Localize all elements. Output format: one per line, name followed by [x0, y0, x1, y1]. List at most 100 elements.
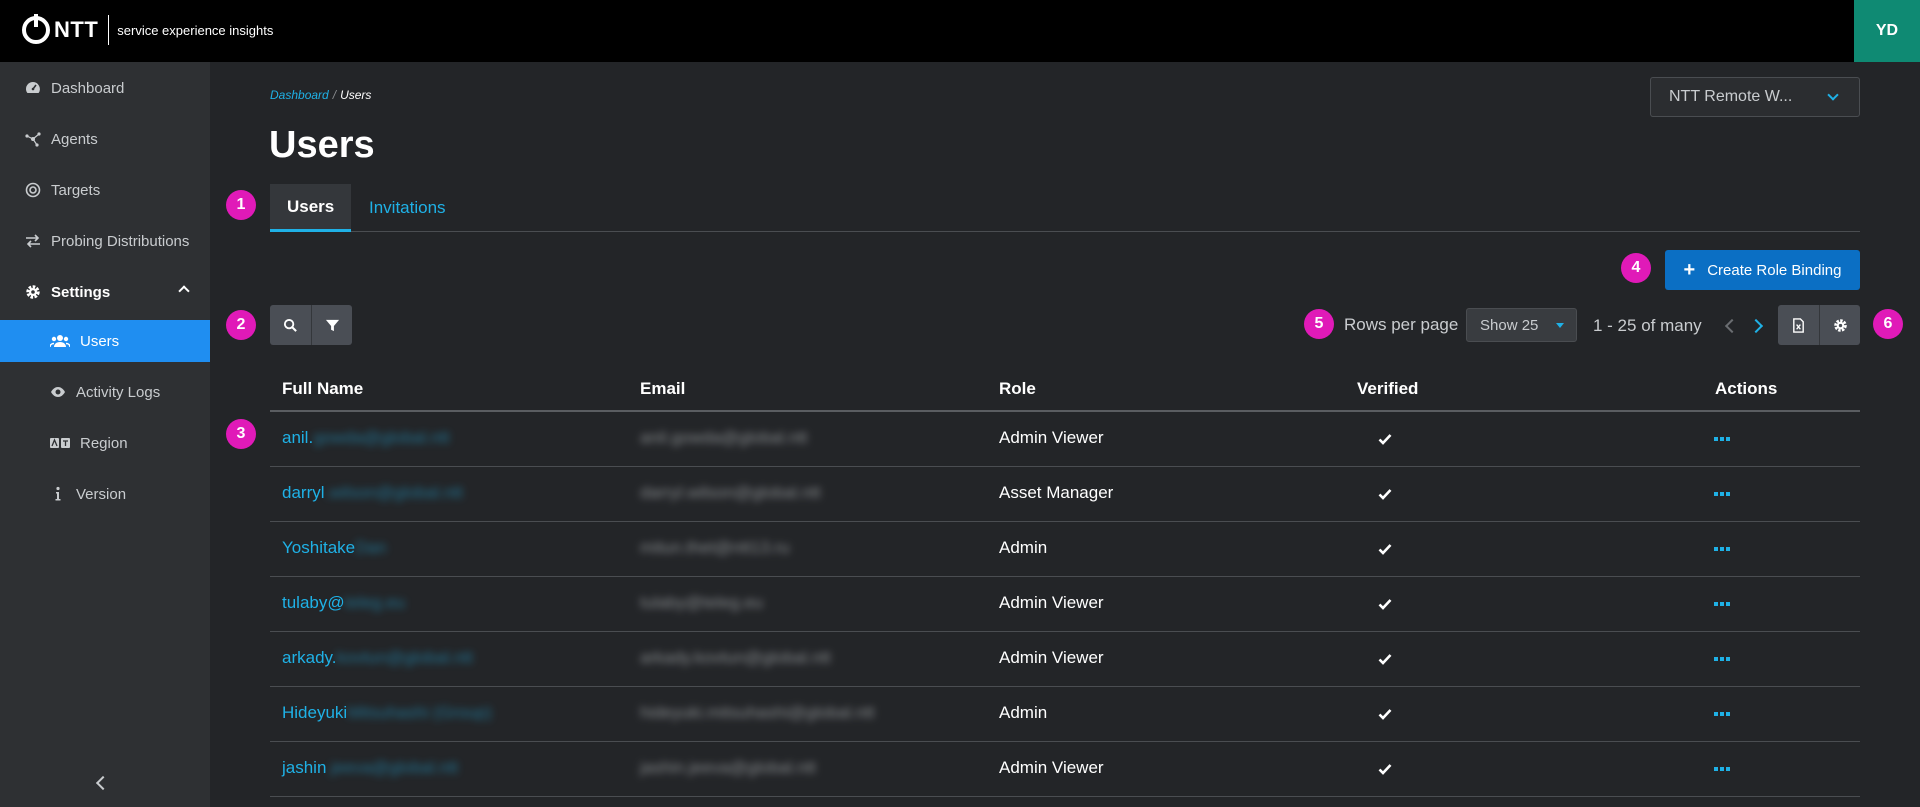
sidebar-item-agents[interactable]: Agents [0, 118, 210, 160]
breadcrumb: Dashboard / Users [270, 88, 371, 102]
users-icon [50, 333, 70, 349]
sidebar-item-targets[interactable]: Targets [0, 169, 210, 211]
rows-per-page-label: Rows per page [1344, 315, 1459, 334]
column-header-verified[interactable]: Verified [1357, 379, 1418, 399]
app-name: service experience insights [117, 22, 274, 38]
top-bar: NTT service experience insights YD [0, 0, 1920, 62]
user-email: jashin.jeeva@global.ntt [640, 758, 817, 777]
chevron-up-icon[interactable] [178, 285, 190, 297]
row-actions-menu-icon[interactable] [1714, 547, 1730, 551]
table-row: anil.gowda@global.ntt anil.gowda@global.… [270, 412, 1860, 467]
user-role: Admin [999, 538, 1048, 557]
user-name-redacted: Mitsuhashi (Group) [347, 703, 492, 722]
sidebar-item-label: Version [76, 485, 127, 503]
sidebar-item-activity-logs[interactable]: Activity Logs [0, 371, 210, 413]
user-role: Admin [999, 703, 1048, 722]
ntt-logo[interactable]: NTT service experience insights [22, 14, 274, 45]
sidebar-item-settings[interactable]: Settings [0, 271, 210, 313]
user-name-link[interactable]: jashin.jeeva@global.ntt [282, 758, 458, 778]
user-name-link[interactable]: arkady.kovtun@global.ntt [282, 648, 473, 668]
verified-check-icon [1378, 654, 1392, 665]
create-role-binding-button[interactable]: + Create Role Binding [1665, 250, 1860, 290]
row-actions-menu-icon[interactable] [1714, 437, 1730, 441]
plus-icon: + [1683, 259, 1696, 281]
user-email: hideyuki.mitsuhashi@global.ntt [640, 703, 875, 722]
filter-button[interactable] [311, 305, 352, 345]
user-name-link[interactable]: anil.gowda@global.ntt [282, 428, 450, 448]
column-header-actions: Actions [1715, 379, 1778, 398]
search-icon [283, 318, 297, 332]
table-row: jashin.jeeva@global.ntt jashin.jeeva@glo… [270, 742, 1860, 797]
table-row: darryl.wilson@global.ntt darryl.wilson@g… [270, 467, 1860, 522]
gear-icon [25, 284, 41, 300]
gear-icon [1833, 318, 1847, 332]
sidebar: Dashboard Agents Targets Probing Distrib… [0, 62, 210, 807]
user-role: Asset Manager [999, 483, 1114, 502]
user-role: Admin Viewer [999, 593, 1104, 612]
export-button[interactable] [1778, 305, 1819, 345]
region-icon [50, 435, 70, 451]
breadcrumb-separator: / [332, 88, 337, 102]
sidebar-item-label: Activity Logs [76, 383, 161, 401]
user-name-visible: arkady. [282, 648, 337, 667]
sidebar-item-region[interactable]: Region [0, 422, 210, 464]
column-header-email[interactable]: Email [640, 379, 685, 399]
user-email: tulaby@teleg.eu [640, 593, 764, 612]
breadcrumb-dashboard[interactable]: Dashboard [270, 88, 329, 102]
callout-marker-5: 5 [1304, 309, 1334, 339]
sidebar-item-probing-distributions[interactable]: Probing Distributions [0, 220, 210, 262]
table-row: tulaby@teleg.eu tulaby@teleg.eu Admin Vi… [270, 577, 1860, 632]
previous-page-icon[interactable] [1724, 318, 1740, 334]
collapse-sidebar-icon[interactable] [95, 775, 111, 791]
next-page-icon[interactable] [1748, 318, 1764, 334]
eye-icon [50, 384, 66, 400]
user-name-link[interactable]: darryl.wilson@global.ntt [282, 483, 463, 503]
user-avatar[interactable]: YD [1854, 0, 1920, 62]
user-name-visible: Hideyuki [282, 703, 348, 722]
sidebar-item-label: Users [80, 332, 120, 350]
organization-select[interactable]: NTT Remote W... [1650, 77, 1860, 117]
user-name-redacted: .jeeva@global.ntt [326, 758, 459, 777]
verified-check-icon [1378, 489, 1392, 500]
user-name-redacted: .wilson@global.ntt [324, 483, 463, 502]
row-actions-menu-icon[interactable] [1714, 767, 1730, 771]
row-actions-menu-icon[interactable] [1714, 712, 1730, 716]
user-name-link[interactable]: HideyukiMitsuhashi (Group) [282, 703, 492, 723]
logo-text: NTT [54, 17, 99, 42]
row-actions-menu-icon[interactable] [1714, 602, 1730, 606]
rows-per-page-value: Show 25 [1480, 317, 1539, 334]
sidebar-item-label: Settings [51, 283, 111, 301]
user-name-visible: tulaby@ [282, 593, 345, 612]
sidebar-item-users[interactable]: Users [0, 320, 210, 362]
users-table: Full Name Email Role Verified Actions an… [270, 367, 1860, 797]
table-row: arkady.kovtun@global.ntt arkady.kovtun@g… [270, 632, 1860, 687]
breadcrumb-current: Users [340, 88, 372, 102]
target-icon [25, 182, 41, 198]
user-name-link[interactable]: YoshitakeDan [282, 538, 386, 558]
filter-icon [325, 319, 339, 331]
sidebar-item-dashboard[interactable]: Dashboard [0, 67, 210, 109]
user-name-link[interactable]: tulaby@teleg.eu [282, 593, 405, 613]
column-header-full-name[interactable]: Full Name [282, 379, 363, 399]
verified-check-icon [1378, 709, 1392, 720]
caret-down-icon [1556, 323, 1564, 328]
row-actions-menu-icon[interactable] [1714, 492, 1730, 496]
organization-select-value: NTT Remote W... [1669, 88, 1793, 105]
column-header-role[interactable]: Role [999, 379, 1036, 399]
callout-marker-6: 6 [1873, 309, 1903, 339]
callout-marker-2: 2 [226, 310, 256, 340]
pagination-range: 1 - 25 of many [1593, 316, 1702, 335]
ntt-logo-icon [22, 14, 50, 44]
user-name-visible: anil. [282, 428, 314, 447]
tab-users[interactable]: Users [270, 184, 352, 232]
table-header: Full Name Email Role Verified Actions [270, 367, 1860, 412]
logo-divider [108, 15, 110, 45]
rows-per-page-select[interactable]: Show 25 [1466, 308, 1577, 342]
table-settings-button[interactable] [1819, 305, 1860, 345]
sidebar-item-version[interactable]: Version [0, 473, 210, 515]
user-email: mitun.thet@ntt13.ru [640, 538, 790, 557]
search-button[interactable] [270, 305, 311, 345]
row-actions-menu-icon[interactable] [1714, 657, 1730, 661]
tab-invitations[interactable]: Invitations [352, 184, 463, 232]
callout-marker-4: 4 [1621, 253, 1651, 283]
